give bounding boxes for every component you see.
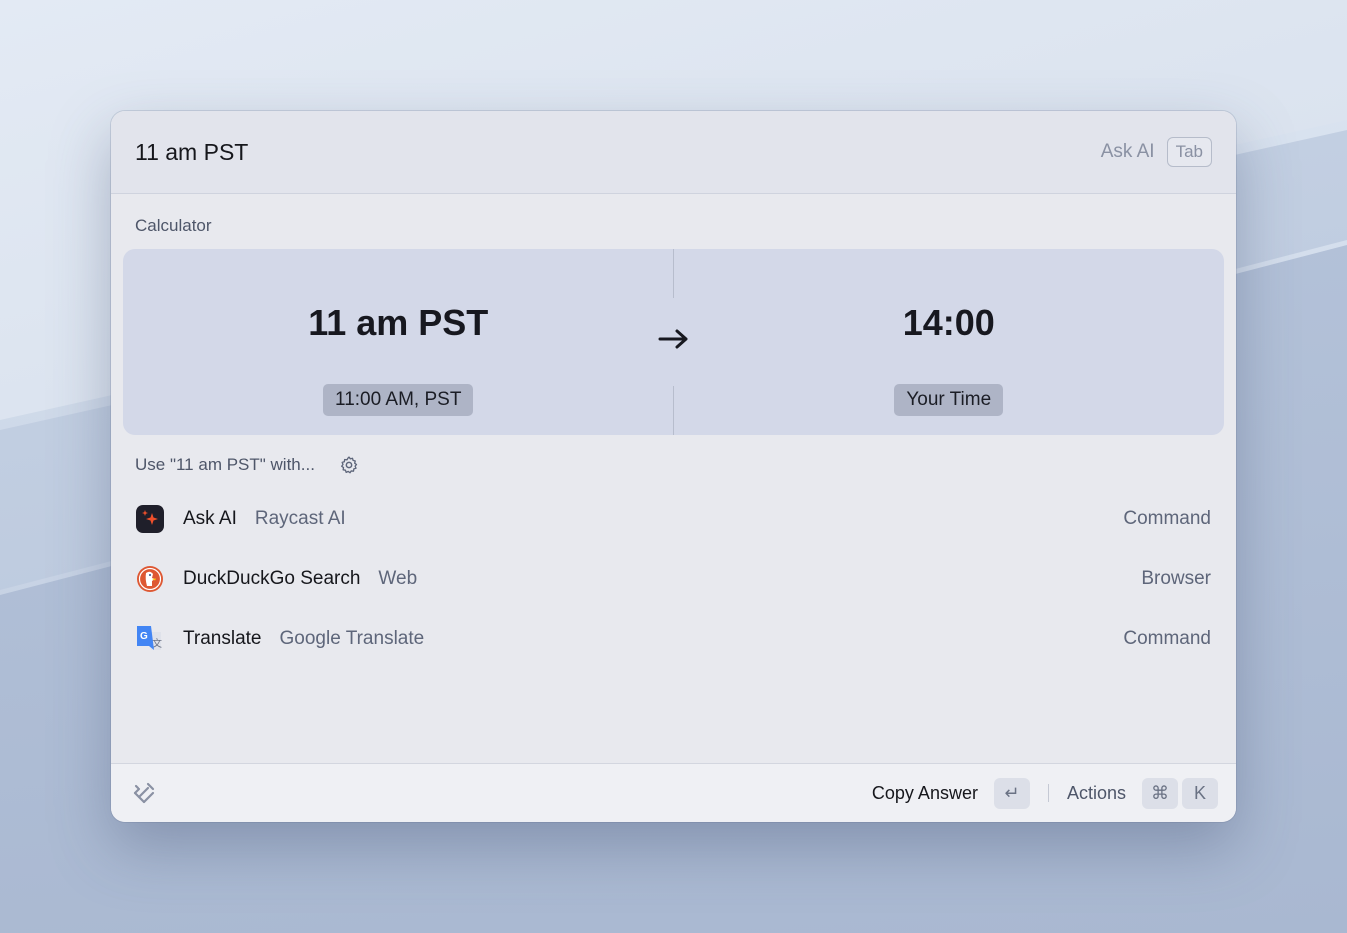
calculator-input-badge: 11:00 AM, PST — [323, 384, 474, 416]
enter-key: ↵ — [993, 777, 1030, 809]
search-bar: Ask AI Tab — [111, 111, 1236, 194]
item-title: Ask AI — [183, 508, 237, 529]
list-item-translate[interactable]: 文 G Translate Google Translate Command — [111, 609, 1236, 669]
ask-ai-hint[interactable]: Ask AI Tab — [1101, 137, 1212, 167]
calculator-result-value: 14:00 — [902, 302, 995, 343]
calculator-input-panel: 11 am PST 11:00 AM, PST — [123, 249, 674, 435]
item-type: Command — [1123, 628, 1211, 649]
footer-separator — [1047, 784, 1049, 802]
action-list: Ask AI Raycast AI Command DuckDuckGo Sea… — [111, 489, 1236, 669]
gear-icon[interactable] — [339, 455, 359, 475]
copy-answer-button[interactable]: Copy Answer — [872, 783, 978, 804]
item-title: DuckDuckGo Search — [183, 568, 361, 589]
calculator-result-badge: Your Time — [894, 384, 1004, 416]
raycast-ai-icon — [135, 504, 165, 534]
actions-button[interactable]: Actions — [1067, 783, 1126, 804]
duckduckgo-icon — [135, 564, 165, 594]
search-input[interactable] — [135, 138, 735, 166]
svg-text:G: G — [140, 631, 148, 642]
list-item-duckduckgo[interactable]: DuckDuckGo Search Web Browser — [111, 549, 1236, 609]
calculator-input-value: 11 am PST — [308, 302, 489, 343]
item-type: Browser — [1141, 568, 1211, 589]
item-subtitle: Raycast AI — [254, 508, 346, 529]
divider — [673, 249, 674, 298]
item-subtitle: Google Translate — [279, 628, 425, 649]
tab-key: Tab — [1166, 137, 1212, 167]
calculator-output-panel: 14:00 Your Time — [674, 249, 1225, 435]
k-key: K — [1182, 777, 1218, 809]
google-translate-icon: 文 G — [135, 624, 165, 654]
calculator-result-card[interactable]: 11 am PST 11:00 AM, PST 14:00 Your Time — [123, 249, 1224, 435]
use-with-label: Use "11 am PST" with... — [135, 455, 315, 474]
arrow-right-icon — [658, 329, 688, 349]
use-with-header: Use "11 am PST" with... — [135, 455, 359, 475]
divider — [673, 386, 674, 435]
item-subtitle: Web — [378, 568, 418, 589]
item-title: Translate — [183, 628, 262, 649]
calculator-section-title: Calculator — [135, 216, 212, 235]
item-type: Command — [1123, 508, 1211, 529]
raycast-logo-icon — [133, 782, 155, 804]
ask-ai-label: Ask AI — [1100, 141, 1155, 162]
footer-actions: Copy Answer ↵ Actions ⌘ K — [872, 777, 1218, 809]
action-bar: Copy Answer ↵ Actions ⌘ K — [111, 763, 1236, 822]
raycast-window: Ask AI Tab Calculator 11 am PST 11:00 AM… — [111, 111, 1236, 822]
list-item-ask-ai[interactable]: Ask AI Raycast AI Command — [111, 489, 1236, 549]
command-key: ⌘ — [1142, 777, 1178, 809]
